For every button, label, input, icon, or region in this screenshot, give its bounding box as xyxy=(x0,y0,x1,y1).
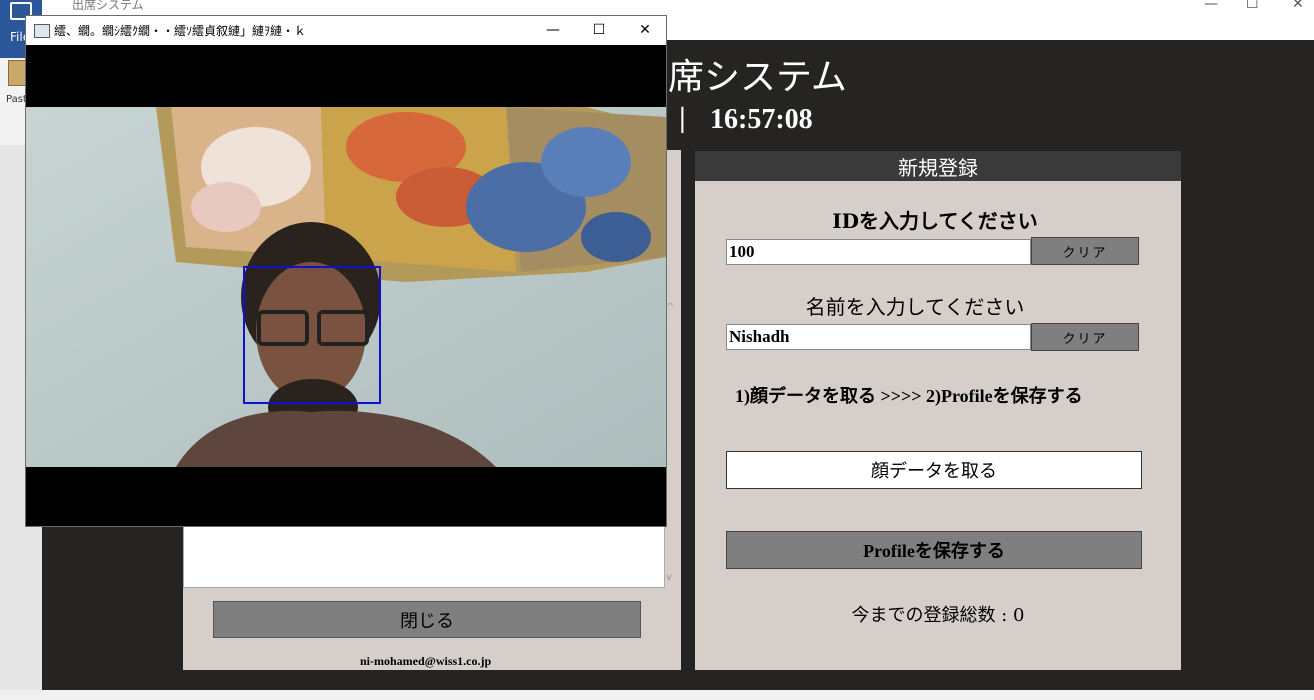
register-panel-header: 新規登録 xyxy=(695,151,1181,181)
save-profile-button[interactable]: Profileを保存する xyxy=(726,531,1142,569)
camera-window[interactable]: 繧、繝。繝ｼ繧ｸ繝・・繧ｿ繧貞叙縺」縺ｦ縺・ｋ — ☐ ✕ xyxy=(25,15,667,527)
name-input[interactable]: Nishadh xyxy=(726,324,1031,350)
contact-email: ni-mohamed@wiss1.co.jp xyxy=(360,654,492,668)
scroll-up-icon[interactable]: ^ xyxy=(666,302,674,313)
clock-time: 16:57:08 xyxy=(710,104,813,135)
name-clear-button[interactable]: クリア xyxy=(1031,323,1139,351)
time-separator: | xyxy=(678,104,687,134)
background-minimize-button[interactable]: — xyxy=(1204,0,1218,12)
id-clear-button[interactable]: クリア xyxy=(1031,237,1139,265)
close-window-button[interactable]: ✕ xyxy=(622,18,668,42)
steps-instructions: 1)顔データを取る >>>> 2)Profileを保存する xyxy=(735,386,1083,406)
app-title: 席システム xyxy=(668,57,847,98)
id-label: IDを入力してください xyxy=(832,209,1038,233)
camera-feed xyxy=(26,107,666,467)
id-input[interactable]: 100 xyxy=(726,239,1031,265)
scroll-down-icon[interactable]: v xyxy=(666,572,672,583)
camera-titlebar[interactable]: 繧、繝。繝ｼ繧ｸ繝・・繧ｿ繧貞叙縺」縺ｦ縺・ｋ — ☐ ✕ xyxy=(26,16,666,45)
minimize-button[interactable]: — xyxy=(530,18,576,42)
background-app-title: 出席システム xyxy=(72,0,144,12)
capture-face-button[interactable]: 顔データを取る xyxy=(726,451,1142,489)
name-label: 名前を入力してください xyxy=(805,295,1025,319)
close-button[interactable]: 閉じる xyxy=(213,601,641,638)
window-icon xyxy=(34,24,50,38)
background-status-strip xyxy=(0,690,1314,700)
face-detection-box xyxy=(243,266,381,404)
camera-window-title: 繧、繝。繝ｼ繧ｸ繝・・繧ｿ繧貞叙縺」縺ｦ縺・ｋ xyxy=(54,24,307,38)
background-maximize-button[interactable]: ☐ xyxy=(1246,0,1259,12)
registration-total: 今までの登録総数 : 0 xyxy=(851,605,1025,626)
background-close-button[interactable]: ✕ xyxy=(1292,0,1304,12)
maximize-button[interactable]: ☐ xyxy=(576,18,622,42)
